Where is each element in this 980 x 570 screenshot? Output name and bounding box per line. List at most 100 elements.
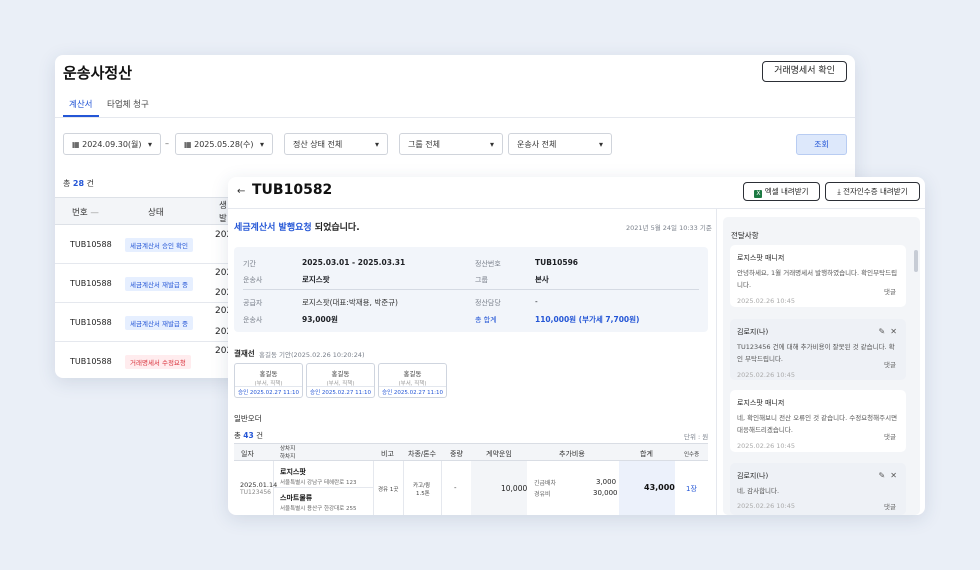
scrollbar[interactable] (914, 250, 918, 272)
total-value: 110,000원 (부가세 7,700원) (535, 315, 640, 324)
col-date: 일자 (241, 450, 254, 458)
message-card: ✎ ✕ 김로지(나) 네, 감사합니다. 2025.02.26 10:45 댓글 (730, 463, 906, 515)
row-number[interactable]: TUB10588 (70, 279, 112, 288)
approval-label: 결재선 (234, 349, 255, 358)
carrier-select[interactable]: 운송사 전체 ▾ (508, 133, 612, 155)
order-weight: - (454, 484, 457, 492)
approval-note: 홍길동 기안(2025.02.26 10:20:24) (259, 351, 365, 359)
message-date: 2025.02.26 10:45 (737, 297, 796, 305)
order-note: 경유 1곳 (378, 487, 399, 493)
calendar-icon: ▦ (72, 139, 80, 149)
approver-name: 홍길동 (259, 370, 278, 378)
message-panel: 전달사항 로지스팟 매니저 안녕하세요, 1월 거래명세서 발행하였습니다. 확… (723, 217, 920, 515)
message-card: ✎ ✕ 김로지(나) TU123456 건에 대해 추가비용이 잘못된 것 같습… (730, 319, 906, 380)
statement-check-button[interactable]: 거래명세서 확인 (762, 61, 847, 82)
col-receipt: 인수증 (684, 452, 700, 458)
chevron-down-icon: ▾ (147, 139, 152, 149)
col-vehicle: 차종/톤수 (408, 450, 437, 458)
shipper-address: 서울특별시 강남구 테헤란로 123 (280, 480, 357, 486)
download-icon: ⤓ (837, 187, 841, 196)
back-arrow-icon[interactable]: ← (237, 186, 245, 197)
order-id[interactable]: TU123456 (240, 489, 271, 496)
period-value: 2025.03.01 - 2025.03.31 (302, 258, 406, 267)
orders-label: 일반오더 (234, 414, 262, 423)
chevron-down-icon: ▾ (259, 139, 264, 149)
excel-download-button[interactable]: X 엑셀 내려받기 (743, 182, 820, 201)
settlement-no-label: 정산번호 (475, 260, 501, 268)
message-card: 로지스팟 매니저 안녕하세요, 1월 거래명세서 발행하였습니다. 확인부탁드립… (730, 245, 906, 307)
extra-value: 3,000 (596, 478, 617, 486)
order-sum: 43,000 (644, 483, 675, 492)
message-author: 김로지(나) (737, 328, 769, 336)
extra-label: 긴급배차 (534, 480, 557, 487)
shipper-name: 로지스팟 (280, 468, 306, 476)
banner-timestamp: 2021년 5월 24일 10:33 기준 (626, 224, 712, 232)
extra-value: 30,000 (593, 489, 618, 497)
reply-link[interactable]: 댓글 (884, 286, 896, 298)
group-value: 본사 (535, 275, 549, 284)
message-text: 안녕하세요, 1월 거래명세서 발행하였습니다. 확인부탁드립니다. (737, 269, 898, 289)
reply-link[interactable]: 댓글 (884, 359, 896, 371)
message-date: 2025.02.26 10:45 (737, 442, 796, 450)
date-from-select[interactable]: ▦ 2024.09.30(월) ▾ (63, 133, 161, 155)
column-header-issued: 발 (219, 214, 227, 224)
manager-value: - (535, 297, 538, 306)
col-shipper: 상차지 (280, 446, 296, 452)
order-date: 2025.01.14 (240, 481, 278, 489)
close-icon[interactable]: ✕ (890, 471, 897, 480)
amount-value: 93,000원 (302, 315, 338, 324)
message-author: 김로지(나) (737, 472, 769, 480)
date-to-select[interactable]: ▦ 2025.05.28(수) ▾ (175, 133, 273, 155)
status-badge: 세금계산서 재발급 중 (125, 277, 193, 291)
status-select[interactable]: 정산 상태 전체 ▾ (284, 133, 388, 155)
status-badge: 세금계산서 재발급 중 (125, 316, 193, 330)
orders-count: 총 43 건 (234, 431, 264, 440)
group-select[interactable]: 그룹 전체 ▾ (399, 133, 503, 155)
edit-icon[interactable]: ✎ (879, 327, 886, 336)
reply-link[interactable]: 댓글 (884, 431, 896, 443)
column-header-status: 상태 (148, 208, 164, 218)
vehicle-type: 카고/윙 (413, 483, 431, 489)
message-text: 네, 감사합니다. (737, 487, 780, 495)
message-card: 로지스팟 매니저 네, 확인해보니 전산 오류인 것 같습니다. 수정요청해주시… (730, 390, 906, 452)
reply-link[interactable]: 댓글 (884, 501, 896, 513)
receipt-download-button[interactable]: ⤓ 전자인수증 내려받기 (825, 182, 920, 201)
column-header-created: 생 (219, 201, 227, 211)
vehicle-tonnage: 1.5톤 (416, 491, 430, 497)
approval-stamp: 승인 2025.02.27 11:10 (379, 386, 446, 397)
tab-other-billing[interactable]: 타업체 청구 (107, 98, 149, 110)
unit-label: 단위 : 원 (684, 433, 709, 441)
status-banner: 세금계산서 발행요청 되었습니다. (234, 223, 360, 233)
row-number[interactable]: TUB10588 (70, 318, 112, 327)
close-icon[interactable]: ✕ (890, 327, 897, 336)
approver-name: 홍길동 (403, 370, 422, 378)
approver-name: 홍길동 (331, 370, 350, 378)
carrier-value: 로지스팟 (302, 275, 330, 284)
row-number[interactable]: TUB10588 (70, 240, 112, 249)
supplier-value: 로지스팟(대표:박재용, 박준규) (302, 298, 398, 307)
manager-label: 정산담당 (475, 299, 501, 307)
message-text: TU123456 건에 대해 추가비용이 잘못된 것 같습니다. 확인 부탁드립… (737, 343, 895, 363)
approval-stamp: 승인 2025.02.27 11:10 (307, 386, 374, 397)
settlement-no-value: TUB10596 (535, 258, 579, 267)
consignee-address: 서울특별시 용산구 한강대로 255 (280, 506, 357, 512)
edit-icon[interactable]: ✎ (879, 471, 886, 480)
col-extra: 추가비용 (559, 450, 585, 458)
status-badge: 거래명세서 수정요청 (125, 355, 191, 369)
col-weight: 중량 (450, 450, 463, 458)
carrier-label: 운송사 (243, 276, 263, 284)
row-number[interactable]: TUB10588 (70, 357, 112, 366)
tab-invoice[interactable]: 계산서 (69, 98, 92, 110)
message-text: 네, 확인해보니 전산 오류인 것 같습니다. 수정요청해주시면 대응해드리겠습… (737, 414, 898, 434)
chevron-down-icon: ▾ (374, 139, 379, 149)
approver-box: 홍길동 (부서, 직책) 승인 2025.02.27 11:10 (378, 363, 447, 398)
chevron-down-icon: ▾ (489, 139, 494, 149)
settlement-detail-window: ← TUB10582 X 엑셀 내려받기 ⤓ 전자인수증 내려받기 세금계산서 … (228, 177, 925, 515)
excel-icon: X (754, 190, 763, 198)
detail-title: TUB10582 (252, 182, 333, 198)
chevron-down-icon: ▾ (598, 139, 603, 149)
total-label: 총 합계 (475, 316, 497, 324)
search-button[interactable]: 조회 (796, 134, 847, 155)
receipt-link[interactable]: 1장 (686, 484, 697, 494)
message-date: 2025.02.26 10:45 (737, 502, 796, 510)
